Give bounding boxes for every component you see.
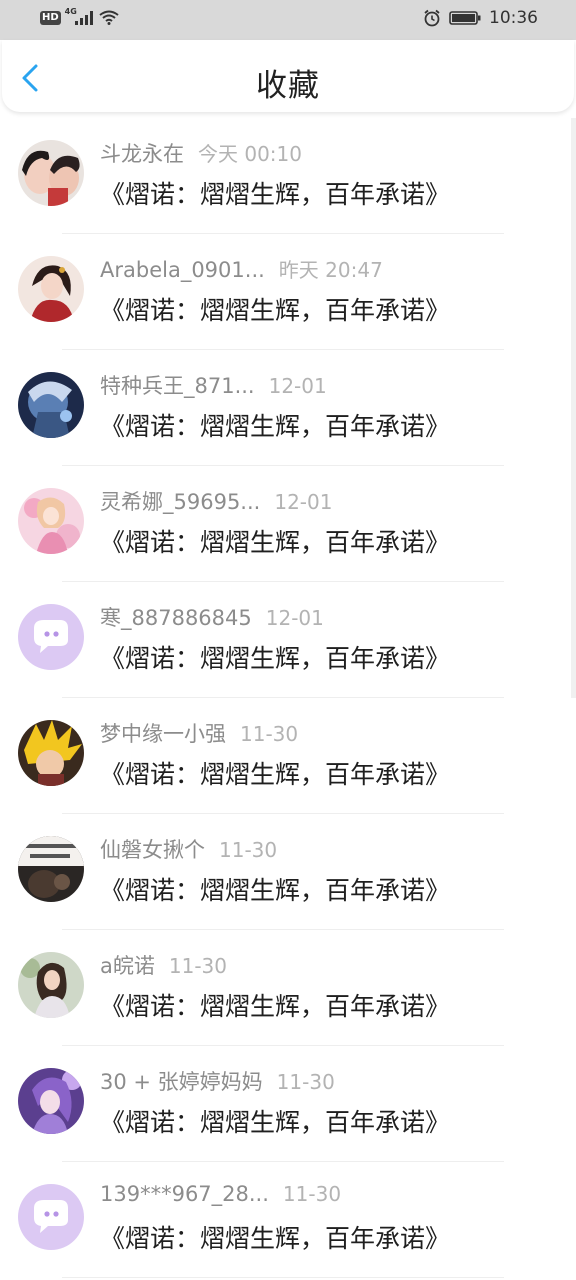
item-time: 11-30 — [219, 838, 278, 862]
clock-time: 10:36 — [489, 8, 538, 28]
item-meta: 139***967_28... 11-30 — [100, 1182, 341, 1206]
list-item[interactable]: 灵希娜_59695... 12-01 《熠诺：熠熠生辉，百年承诺》 — [0, 466, 576, 582]
list-item[interactable]: 30 + 张婷婷妈妈 11-30 《熠诺：熠熠生辉，百年承诺》 — [0, 1046, 576, 1162]
item-time: 11-30 — [282, 1182, 342, 1206]
default-chat-icon — [18, 604, 84, 670]
avatar[interactable] — [18, 1068, 84, 1134]
avatar[interactable] — [18, 256, 84, 322]
list-item[interactable]: 仙磐女揪个 11-30 《熠诺：熠熠生辉，百年承诺》 — [0, 814, 576, 930]
list-item[interactable]: 梦中缘一小强 11-30 《熠诺：熠熠生辉，百年承诺》 — [0, 698, 576, 814]
item-time: 11-30 — [240, 722, 299, 746]
user-name: 灵希娜_59695... — [100, 490, 261, 514]
item-meta: 梦中缘一小强 11-30 — [100, 718, 298, 748]
avatar[interactable] — [18, 720, 84, 786]
item-message: 《熠诺：熠熠生辉，百年承诺》 — [100, 992, 451, 1021]
item-message: 《熠诺：熠熠生辉，百年承诺》 — [100, 1108, 451, 1137]
hd-badge: HD — [40, 10, 61, 25]
user-name: 梦中缘一小强 — [100, 722, 226, 746]
item-time: 今天 00:10 — [198, 142, 302, 166]
user-name: 寒_887886845 — [100, 606, 252, 630]
item-message: 《熠诺：熠熠生辉，百年承诺》 — [100, 644, 451, 673]
item-meta: 灵希娜_59695... 12-01 — [100, 486, 332, 516]
user-name: 139***967_28... — [100, 1182, 269, 1206]
item-time: 12-01 — [268, 374, 327, 398]
status-left: HD 4G — [40, 7, 119, 25]
status-right: 10:36 — [423, 8, 538, 28]
item-meta: 寒_887886845 12-01 — [100, 602, 324, 632]
network-type: 4G — [64, 7, 77, 16]
wifi-icon — [99, 10, 119, 25]
item-meta: Arabela_0901... 昨天 20:47 — [100, 254, 383, 283]
user-name: a皖诺 — [100, 954, 155, 978]
divider — [62, 1277, 504, 1278]
item-meta: a皖诺 11-30 — [100, 950, 227, 980]
item-message: 《熠诺：熠熠生辉，百年承诺》 — [100, 180, 451, 209]
item-message: 《熠诺：熠熠生辉，百年承诺》 — [100, 760, 451, 789]
avatar[interactable] — [18, 372, 84, 438]
default-chat-icon — [18, 1184, 84, 1250]
list-item[interactable]: 斗龙永在 今天 00:10 《熠诺：熠熠生辉，百年承诺》 — [0, 118, 576, 234]
item-time: 12-01 — [274, 490, 333, 514]
user-name: Arabela_0901... — [100, 258, 265, 282]
avatar[interactable] — [18, 604, 84, 670]
user-name: 30 + 张婷婷妈妈 — [100, 1070, 263, 1094]
list-item[interactable]: 特种兵王_871... 12-01 《熠诺：熠熠生辉，百年承诺》 — [0, 350, 576, 466]
alarm-icon — [424, 9, 440, 27]
item-message: 《熠诺：熠熠生辉，百年承诺》 — [100, 1224, 451, 1253]
user-name: 特种兵王_871... — [100, 374, 255, 398]
status-bar: HD 4G 10:36 — [0, 0, 576, 40]
item-time: 昨天 20:47 — [278, 258, 383, 282]
avatar[interactable] — [18, 952, 84, 1018]
item-message: 《熠诺：熠熠生辉，百年承诺》 — [100, 412, 451, 441]
avatar[interactable] — [18, 140, 84, 206]
favorites-list: 斗龙永在 今天 00:10 《熠诺：熠熠生辉，百年承诺》 Arabela_0901… — [0, 118, 576, 1278]
item-meta: 30 + 张婷婷妈妈 11-30 — [100, 1066, 335, 1096]
list-item[interactable]: a皖诺 11-30 《熠诺：熠熠生辉，百年承诺》 — [0, 930, 576, 1046]
list-item[interactable]: Arabela_0901... 昨天 20:47 《熠诺：熠熠生辉，百年承诺》 — [0, 234, 576, 350]
list-item[interactable]: 139***967_28... 11-30 《熠诺：熠熠生辉，百年承诺》 — [0, 1162, 576, 1278]
avatar[interactable] — [18, 1184, 84, 1250]
item-time: 12-01 — [265, 606, 324, 630]
item-meta: 斗龙永在 今天 00:10 — [100, 138, 302, 168]
item-meta: 仙磐女揪个 11-30 — [100, 834, 277, 864]
signal-icon — [74, 10, 93, 25]
list-item[interactable]: 寒_887886845 12-01 《熠诺：熠熠生辉，百年承诺》 — [0, 582, 576, 698]
item-time: 11-30 — [276, 1070, 335, 1094]
app-header: 收藏 — [2, 40, 574, 112]
avatar[interactable] — [18, 836, 84, 902]
battery-icon — [449, 11, 481, 25]
item-time: 11-30 — [168, 954, 227, 978]
item-message: 《熠诺：熠熠生辉，百年承诺》 — [100, 296, 451, 325]
scrollbar[interactable] — [571, 118, 576, 698]
page-title: 收藏 — [256, 68, 320, 104]
item-message: 《熠诺：熠熠生辉，百年承诺》 — [100, 528, 451, 557]
item-meta: 特种兵王_871... 12-01 — [100, 370, 327, 400]
avatar[interactable] — [18, 488, 84, 554]
user-name: 仙磐女揪个 — [100, 838, 205, 862]
user-name: 斗龙永在 — [100, 142, 184, 166]
item-message: 《熠诺：熠熠生辉，百年承诺》 — [100, 876, 451, 905]
